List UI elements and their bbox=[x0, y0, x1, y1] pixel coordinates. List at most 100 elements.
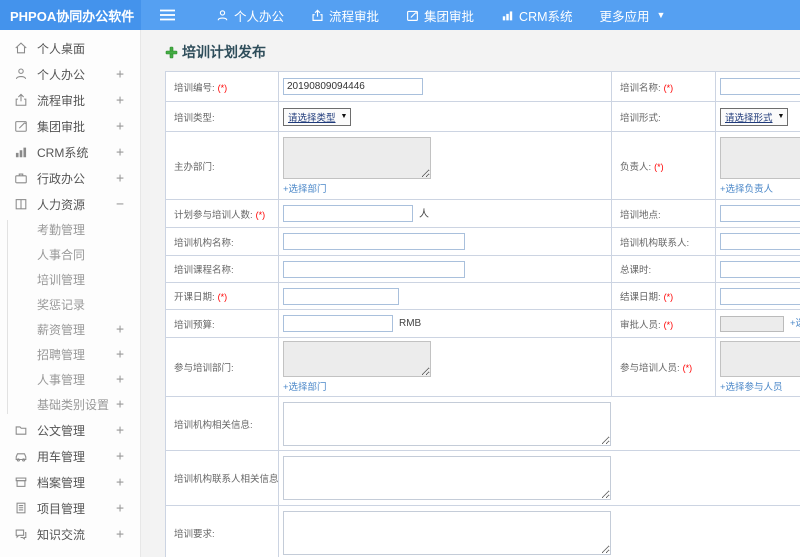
sidebar-item-reward-punish[interactable]: 奖惩记录 bbox=[0, 292, 140, 317]
sidebar-item-archives[interactable]: 档案管理 + bbox=[0, 469, 140, 495]
nav-label: CRM系统 bbox=[519, 9, 573, 24]
budget-input[interactable] bbox=[283, 315, 393, 332]
field-label: 培训机构联系人: bbox=[611, 227, 716, 256]
sidebar-item-salary[interactable]: 薪资管理 + bbox=[0, 317, 140, 342]
nav-more-apps[interactable]: 更多应用 ▼ bbox=[600, 6, 666, 25]
expand-icon[interactable]: + bbox=[116, 475, 124, 490]
sidebar-item-documents[interactable]: 公文管理 + bbox=[0, 417, 140, 443]
sidebar-item-recruit[interactable]: 招聘管理 + bbox=[0, 342, 140, 367]
sidebar-item-label: 行政办公 bbox=[37, 171, 86, 186]
sidebar-item-vehicles[interactable]: 用车管理 + bbox=[0, 443, 140, 469]
expand-icon[interactable]: + bbox=[116, 171, 124, 186]
hamburger-menu-icon[interactable] bbox=[141, 0, 189, 30]
sidebar-item-crm[interactable]: CRM系统 + bbox=[0, 139, 140, 165]
training-requirement-textarea[interactable] bbox=[283, 510, 611, 555]
expand-icon[interactable]: + bbox=[116, 527, 124, 542]
field-label: 培训要求: bbox=[165, 505, 279, 557]
sidebar-item-training[interactable]: 培训管理 bbox=[0, 267, 140, 292]
training-mode-select[interactable]: 请选择形式 ▼ bbox=[720, 107, 789, 126]
edit-square-icon bbox=[13, 119, 28, 134]
expand-icon[interactable]: + bbox=[116, 423, 124, 438]
sidebar-item-label: 知识交流 bbox=[37, 527, 86, 542]
select-approver-link[interactable]: +选择审批人员 bbox=[790, 318, 800, 329]
sidebar-item-personal-desktop[interactable]: 个人桌面 bbox=[0, 35, 140, 61]
sidebar-item-attendance[interactable]: 考勤管理 bbox=[0, 217, 140, 242]
join-dept-textarea[interactable] bbox=[283, 341, 431, 377]
sidebar-item-admin-office[interactable]: 行政办公 + bbox=[0, 165, 140, 191]
hr-book-icon bbox=[13, 197, 28, 212]
sidebar-item-workflow-approval[interactable]: 流程审批 + bbox=[0, 87, 140, 113]
required-mark: (*) bbox=[682, 363, 693, 373]
training-name-input[interactable] bbox=[720, 78, 800, 95]
total-hours-input[interactable] bbox=[720, 260, 800, 278]
page-title: 培训计划发布 bbox=[165, 42, 800, 62]
sidebar-item-label: CRM系统 bbox=[37, 145, 89, 160]
select-leader-link[interactable]: +选择负责人 bbox=[720, 184, 773, 195]
required-mark: (*) bbox=[217, 292, 228, 302]
org-info-textarea[interactable] bbox=[283, 401, 611, 446]
expand-icon[interactable]: + bbox=[116, 322, 124, 337]
nav-label: 更多应用 bbox=[599, 9, 650, 24]
training-place-input[interactable] bbox=[720, 205, 800, 222]
nav-label: 个人办公 bbox=[234, 9, 285, 24]
sidebar-item-label: 人事合同 bbox=[37, 248, 86, 262]
sidebar-item-personal-office[interactable]: 个人办公 + bbox=[0, 61, 140, 87]
org-contact-input[interactable] bbox=[720, 233, 800, 250]
participant-count-input[interactable] bbox=[283, 205, 413, 223]
nav-group-approval[interactable]: 集团审批 bbox=[406, 6, 474, 25]
top-nav: 个人办公 流程审批 集团审批 CRM系统 更多应用 ▼ bbox=[189, 0, 665, 30]
bar-chart-icon bbox=[13, 145, 28, 160]
expand-icon[interactable]: + bbox=[116, 93, 124, 108]
org-contact-info-textarea[interactable] bbox=[283, 456, 611, 500]
sidebar-item-projects[interactable]: 项目管理 + bbox=[0, 495, 140, 521]
sidebar-item-hr-contract[interactable]: 人事合同 bbox=[0, 242, 140, 267]
bar-chart-icon bbox=[501, 9, 514, 22]
join-people-textarea[interactable] bbox=[720, 341, 800, 377]
field-label: 审批人员: (*) bbox=[611, 309, 716, 338]
training-type-select[interactable]: 请选择类型 ▼ bbox=[283, 107, 352, 126]
sidebar-item-personnel[interactable]: 人事管理 + bbox=[0, 367, 140, 392]
nav-crm-system[interactable]: CRM系统 bbox=[501, 6, 573, 25]
select-dept-link[interactable]: +选择部门 bbox=[283, 184, 327, 195]
home-icon bbox=[13, 41, 28, 56]
expand-icon[interactable]: + bbox=[116, 397, 124, 412]
sidebar-item-base-category[interactable]: 基础类别设置 + bbox=[0, 392, 140, 417]
archive-icon bbox=[13, 475, 28, 490]
select-caret-icon: ▼ bbox=[340, 113, 348, 120]
unit-label: 人 bbox=[419, 208, 429, 220]
sidebar-item-hr[interactable]: 人力资源 − bbox=[0, 191, 140, 217]
course-name-input[interactable] bbox=[283, 260, 465, 278]
sidebar-item-knowledge[interactable]: 知识交流 + bbox=[0, 521, 140, 547]
required-mark: (*) bbox=[217, 82, 228, 93]
collapse-icon[interactable]: − bbox=[116, 197, 124, 212]
hr-submenu: 考勤管理 人事合同 培训管理 奖惩记录 薪资管理 + 招聘管理 + 人事管理 +… bbox=[0, 217, 140, 417]
expand-icon[interactable]: + bbox=[116, 449, 124, 464]
org-name-input[interactable] bbox=[283, 233, 465, 250]
training-no-input[interactable] bbox=[283, 78, 423, 95]
nav-label: 流程审批 bbox=[329, 9, 380, 24]
expand-icon[interactable]: + bbox=[116, 372, 124, 387]
field-label: 培训课程名称: bbox=[165, 255, 279, 283]
field-label: 培训地点: bbox=[611, 199, 716, 228]
end-date-input[interactable] bbox=[720, 287, 800, 305]
top-header: PHPOA协同办公软件 个人办公 流程审批 集团审批 CRM系统 更多应用 ▼ bbox=[0, 0, 800, 30]
expand-icon[interactable]: + bbox=[116, 347, 124, 362]
select-caret-icon: ▼ bbox=[777, 113, 785, 120]
select-join-dept-link[interactable]: +选择部门 bbox=[283, 382, 327, 393]
select-join-people-link[interactable]: +选择参与人员 bbox=[720, 382, 783, 393]
expand-icon[interactable]: + bbox=[116, 501, 124, 516]
expand-icon[interactable]: + bbox=[116, 119, 124, 134]
approver-input[interactable] bbox=[720, 315, 784, 332]
expand-icon[interactable]: + bbox=[116, 145, 124, 160]
car-icon bbox=[13, 449, 28, 464]
app-window: PHPOA协同办公软件 个人办公 流程审批 集团审批 CRM系统 更多应用 ▼ … bbox=[0, 0, 800, 557]
host-dept-textarea[interactable] bbox=[283, 136, 431, 179]
leader-textarea[interactable] bbox=[720, 136, 800, 179]
expand-icon[interactable]: + bbox=[116, 67, 124, 82]
field-label: 计划参与培训人数: (*) bbox=[165, 199, 279, 228]
start-date-input[interactable] bbox=[283, 287, 399, 305]
nav-workflow-approval[interactable]: 流程审批 bbox=[311, 6, 379, 25]
sidebar-item-group-approval[interactable]: 集团审批 + bbox=[0, 113, 140, 139]
field-label: 培训编号: (*) bbox=[165, 71, 279, 102]
nav-personal-office[interactable]: 个人办公 bbox=[216, 6, 284, 25]
